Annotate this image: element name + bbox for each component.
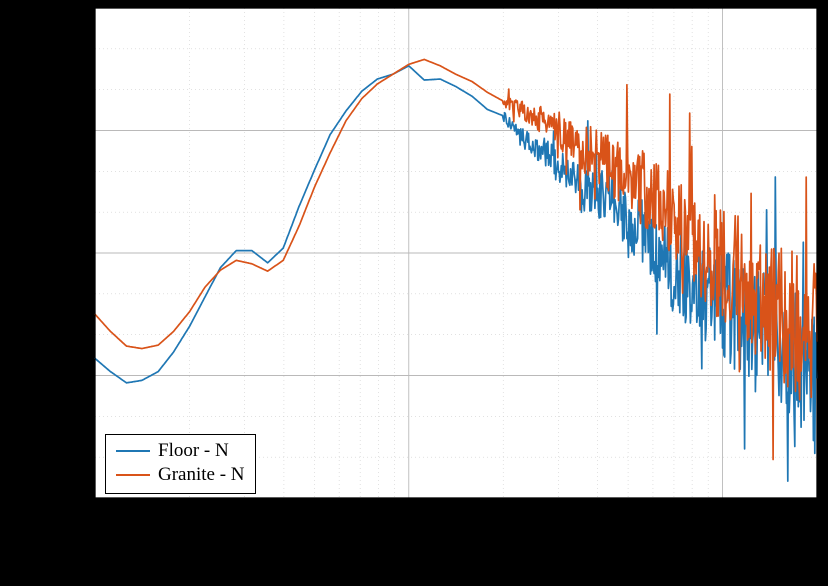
legend-item: Granite - N <box>116 463 245 487</box>
legend-swatch <box>116 450 150 452</box>
legend-item: Floor - N <box>116 439 245 463</box>
legend-swatch <box>116 474 150 476</box>
legend-label: Granite - N <box>158 463 245 487</box>
line-chart <box>0 0 828 586</box>
chart-legend: Floor - NGranite - N <box>105 434 256 494</box>
legend-label: Floor - N <box>158 439 229 463</box>
